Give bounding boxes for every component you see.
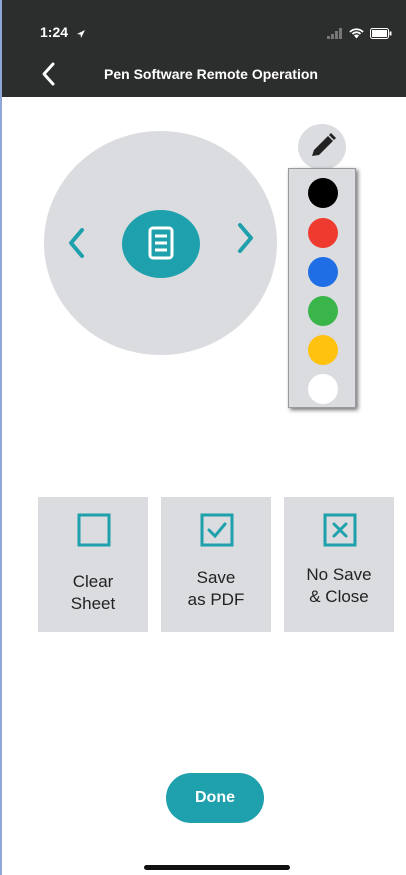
save-as-pdf-button[interactable]: Save as PDF — [161, 497, 271, 632]
no-save-close-button[interactable]: No Save & Close — [284, 497, 394, 632]
chevron-right-icon — [238, 223, 253, 253]
signal-icon — [327, 26, 343, 44]
color-swatch-yellow[interactable] — [308, 335, 338, 365]
document-icon — [148, 226, 174, 260]
page-title: Pen Software Remote Operation — [104, 66, 318, 82]
checkbox-x-icon — [323, 513, 357, 547]
status-time: 1:24 — [40, 24, 69, 40]
chevron-left-icon — [69, 228, 84, 258]
color-swatch-green[interactable] — [308, 296, 338, 326]
checkbox-checked-icon — [200, 513, 234, 547]
color-swatch-white[interactable] — [308, 374, 338, 404]
color-swatch-red[interactable] — [308, 218, 338, 248]
color-swatch-blue[interactable] — [308, 257, 338, 287]
clear-sheet-button[interactable]: Clear Sheet — [38, 497, 148, 632]
empty-square-icon — [77, 513, 111, 547]
status-icons — [327, 26, 392, 44]
save-as-pdf-label: Save as PDF — [187, 568, 245, 609]
color-palette — [288, 168, 356, 408]
battery-icon — [370, 26, 392, 44]
top-bar: 1:24 Pen Software Remote Operation — [2, 0, 406, 97]
pencil-icon — [312, 133, 336, 156]
next-page-button[interactable] — [232, 220, 258, 256]
previous-page-button[interactable] — [64, 225, 90, 261]
done-button[interactable]: Done — [166, 773, 264, 823]
color-swatch-black[interactable] — [308, 178, 338, 208]
document-menu-button[interactable] — [122, 210, 200, 278]
wifi-icon — [349, 26, 364, 44]
home-indicator — [144, 865, 290, 870]
clear-sheet-label: Clear Sheet — [70, 572, 116, 613]
no-save-close-label: No Save & Close — [306, 565, 372, 606]
pen-tool-button[interactable] — [298, 124, 346, 170]
location-arrow-icon — [76, 26, 86, 44]
left-edge-line — [0, 0, 2, 875]
